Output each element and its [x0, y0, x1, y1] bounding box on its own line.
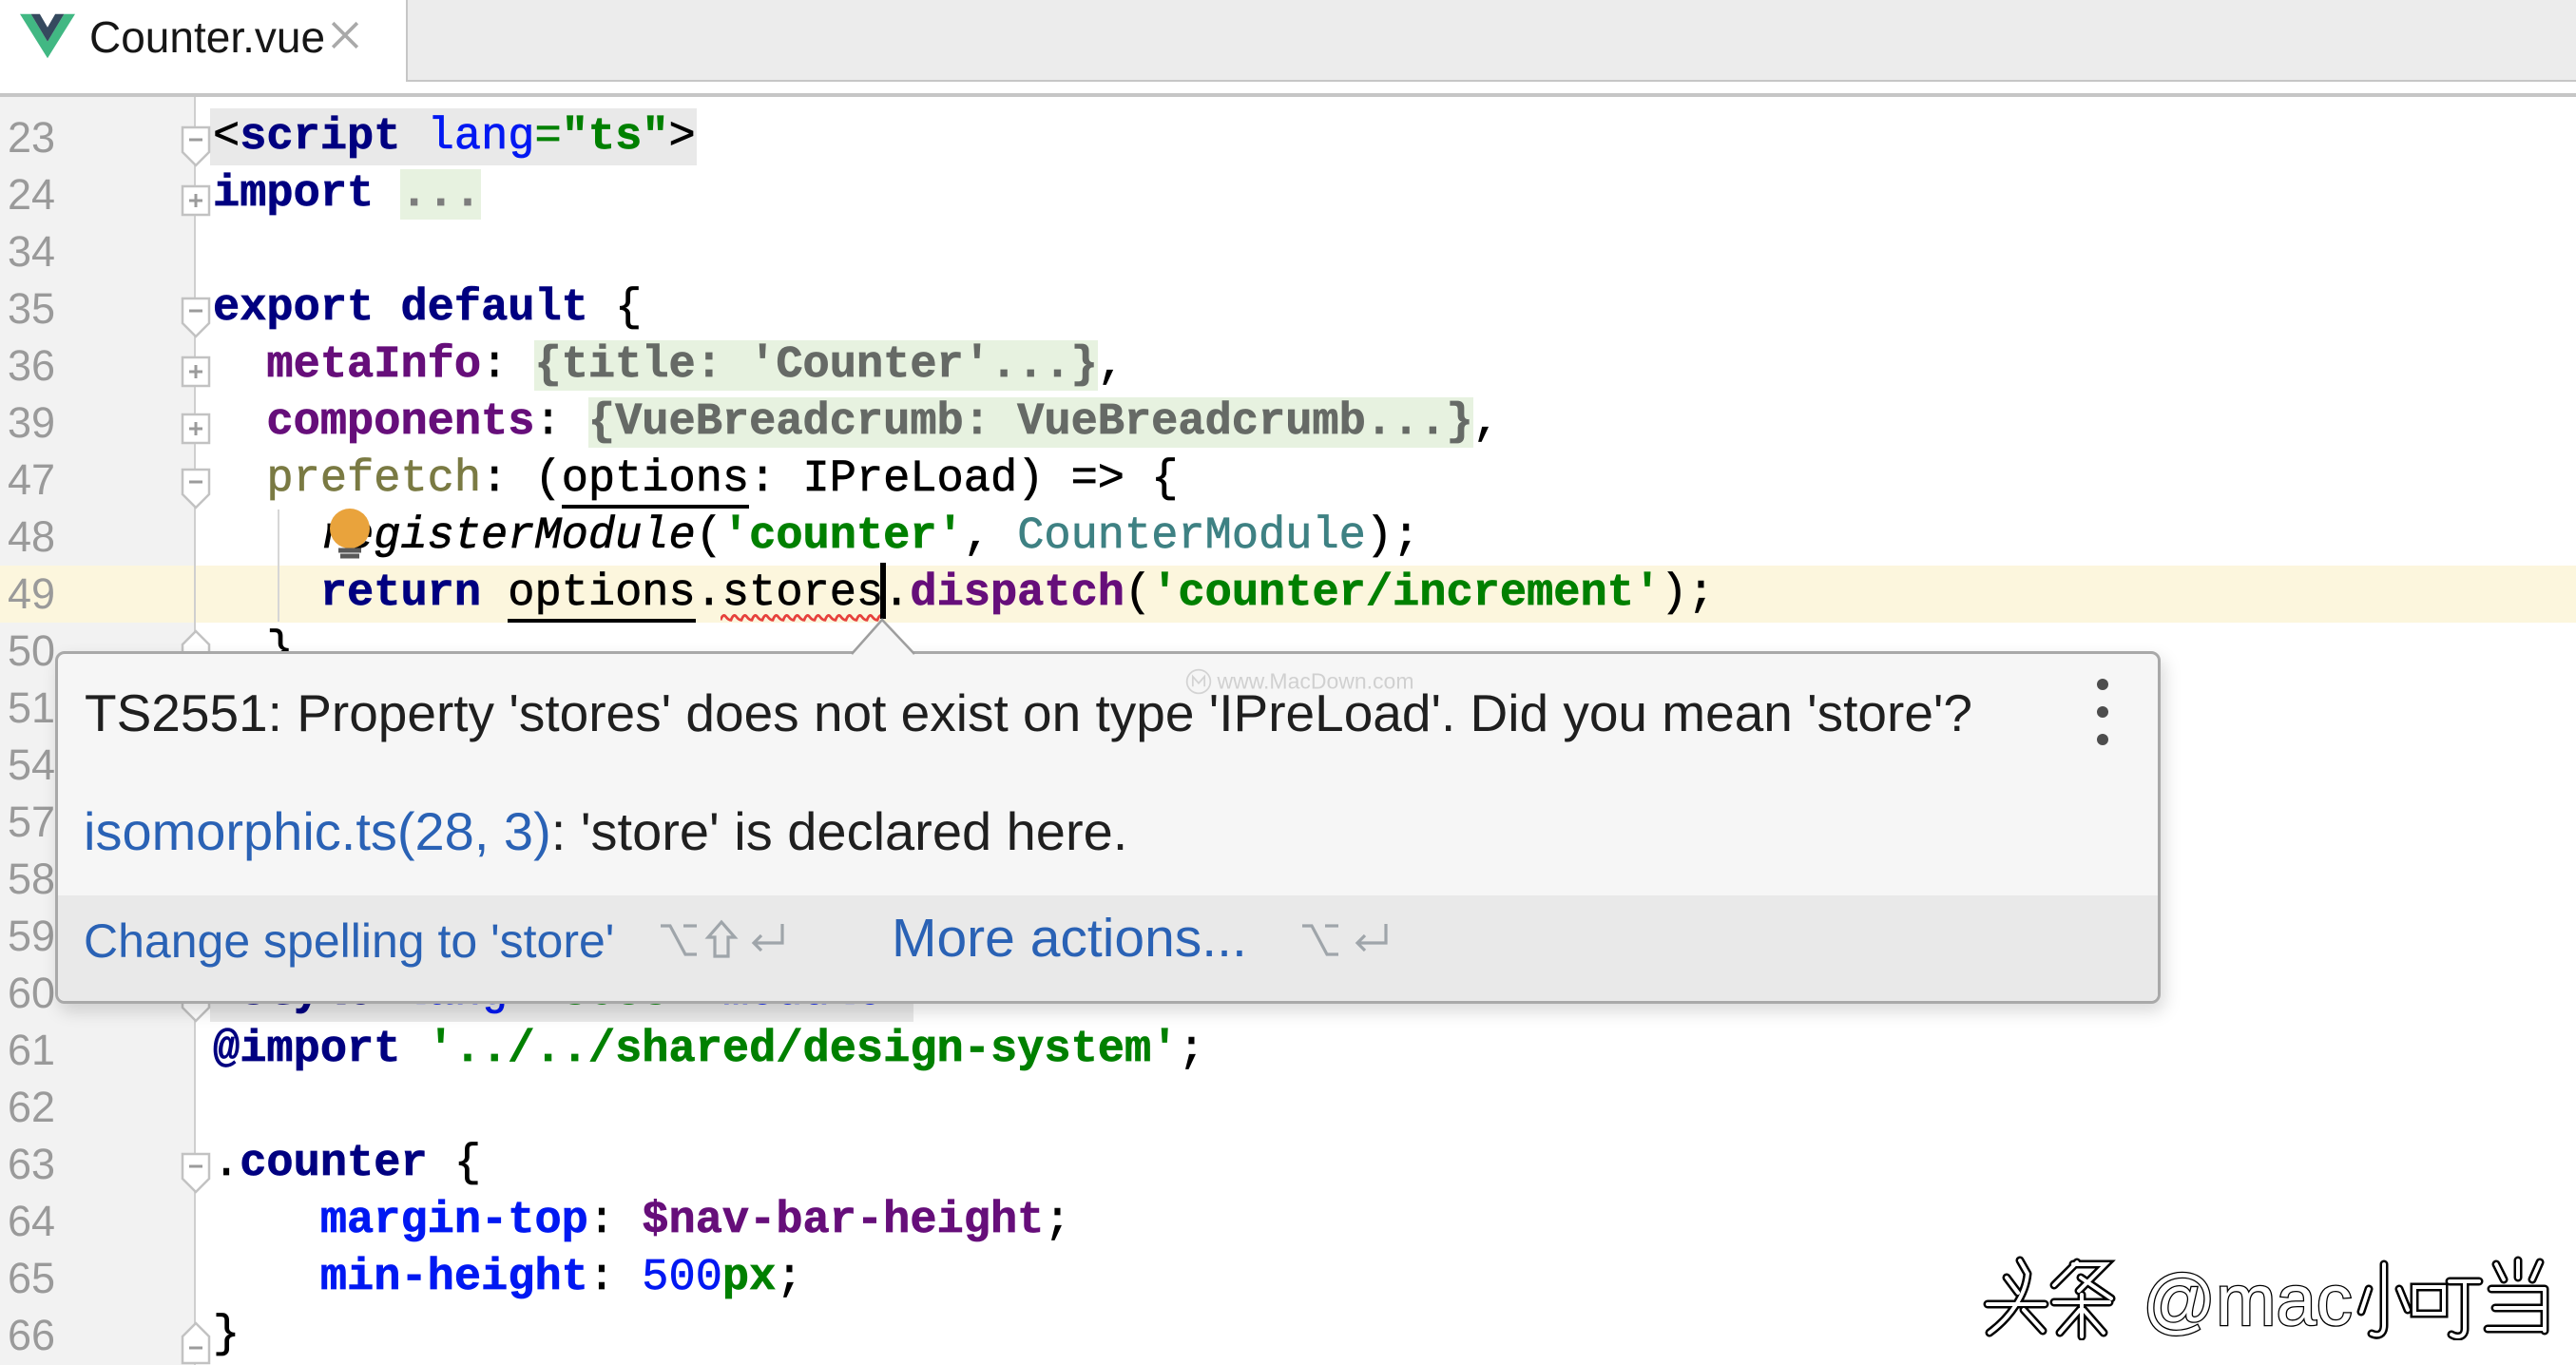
svg-text:@mac: @mac	[2143, 1260, 2353, 1340]
